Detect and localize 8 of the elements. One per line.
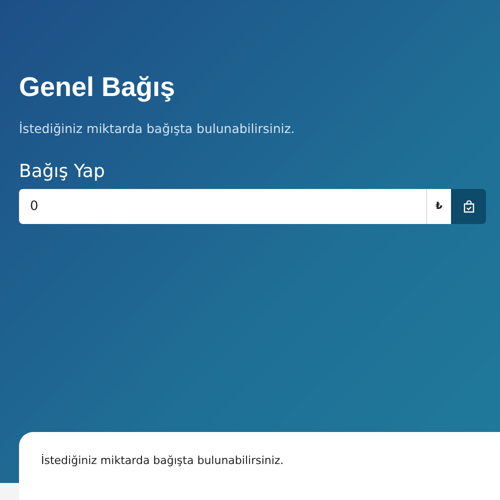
subtitle: İstediğiniz miktarda bağışta bulunabilirsiniz. bbox=[19, 120, 296, 138]
page-title: Genel Bağış bbox=[19, 71, 176, 104]
currency-addon: ₺ bbox=[426, 189, 451, 224]
form-label: Bağış Yap bbox=[19, 160, 106, 184]
shopping-bag-icon bbox=[462, 200, 474, 213]
amount-field[interactable]: 0 bbox=[19, 189, 426, 224]
card-text: İstediğiniz miktarda bağışta bulunabilirsiniz. bbox=[41, 454, 285, 467]
donate-button[interactable] bbox=[451, 189, 486, 224]
